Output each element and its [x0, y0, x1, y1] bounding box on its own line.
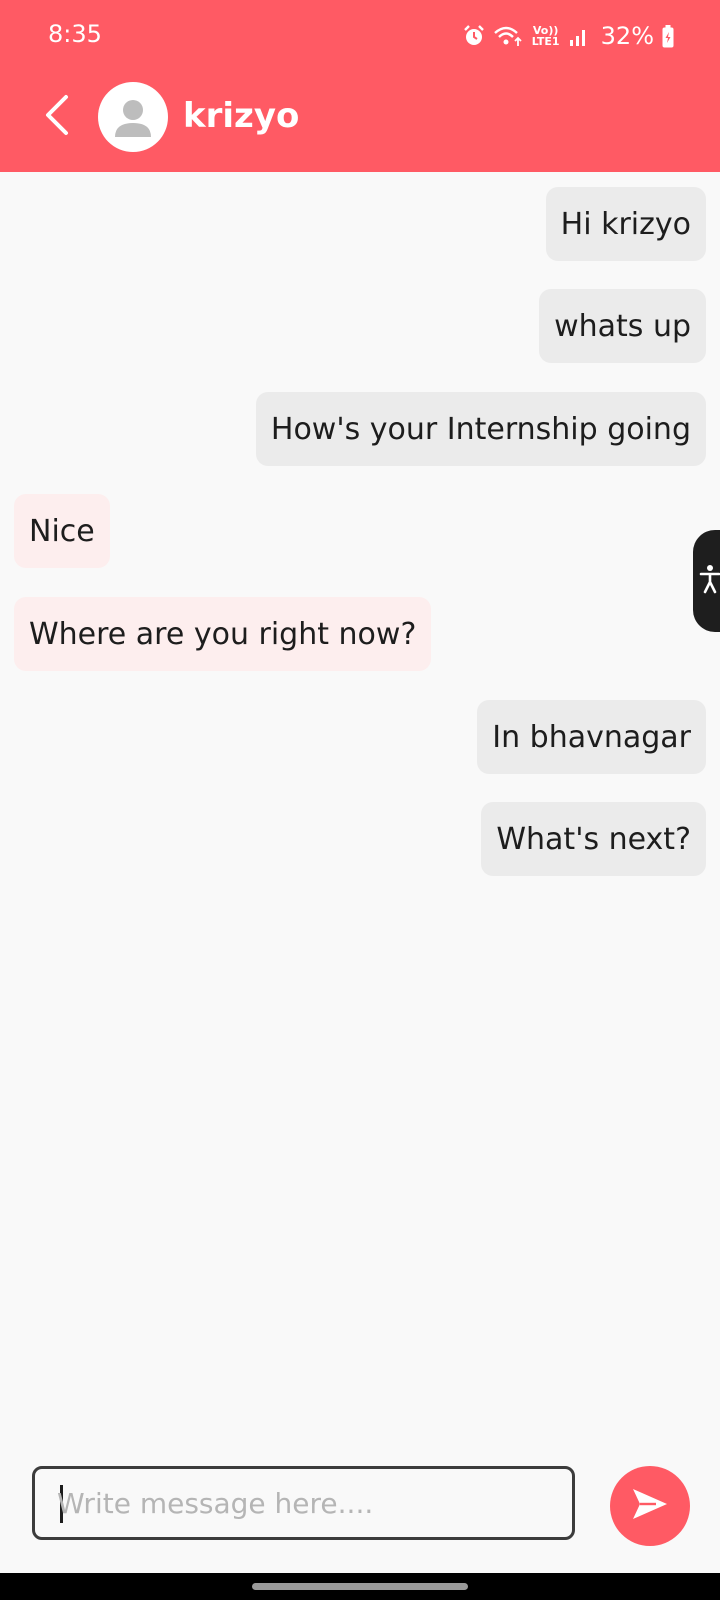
message-bubble-sent[interactable]: In bhavnagar [477, 700, 706, 774]
message-input[interactable] [57, 1469, 557, 1537]
header: 8:35 Vo)) LTE1 32% krizyo [0, 0, 720, 172]
chevron-left-icon [42, 94, 70, 140]
message-bubble-received[interactable]: Nice [14, 494, 110, 568]
volte-icon: Vo)) LTE1 [531, 24, 560, 48]
home-gesture-handle[interactable] [252, 1583, 468, 1590]
battery-percent: 32% [600, 22, 654, 50]
chat-appbar: krizyo [0, 72, 720, 172]
message-bubble-sent[interactable]: How's your Internship going [255, 392, 706, 466]
contact-name[interactable]: krizyo [183, 96, 299, 136]
person-icon [98, 100, 168, 152]
message-list[interactable]: Hi krizyo whats up How's your Internship… [0, 172, 720, 1432]
status-time: 8:35 [48, 20, 102, 48]
accessibility-button[interactable] [693, 530, 720, 632]
back-button[interactable] [36, 92, 76, 142]
signal-icon [569, 25, 589, 47]
message-bubble-sent[interactable]: Hi krizyo [545, 187, 706, 261]
wifi-icon [493, 25, 523, 47]
system-nav-bar [0, 1573, 720, 1600]
avatar[interactable] [98, 82, 168, 152]
send-icon [630, 1486, 670, 1526]
status-bar: 8:35 Vo)) LTE1 32% [0, 0, 720, 72]
alarm-icon [463, 25, 485, 47]
send-button[interactable] [610, 1466, 690, 1546]
accessibility-icon [699, 564, 720, 598]
message-input-box[interactable] [32, 1466, 575, 1540]
message-bubble-sent[interactable]: whats up [539, 289, 706, 363]
message-bubble-sent[interactable]: What's next? [481, 802, 706, 876]
battery-charging-icon [662, 24, 674, 48]
message-bubble-received[interactable]: Where are you right now? [14, 597, 432, 671]
status-icons: Vo)) LTE1 32% [463, 18, 674, 54]
